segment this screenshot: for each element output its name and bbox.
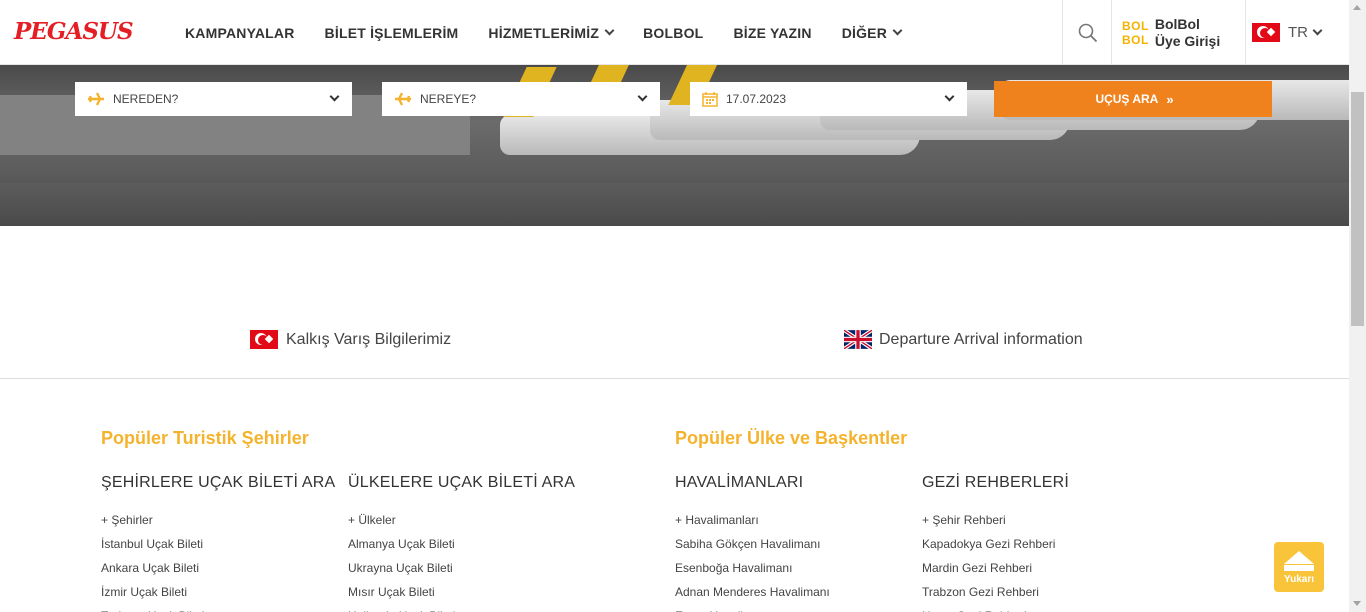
bolbol-line1: BolBol — [1154, 15, 1200, 32]
date-select[interactable]: 17.07.2023 — [690, 82, 967, 116]
bolbol-mark-bottom: BOL — [1122, 32, 1149, 47]
search-flights-button[interactable]: UÇUŞ ARA » — [994, 81, 1272, 117]
footer-link[interactable]: Mısır Uçak Bileti — [348, 580, 588, 604]
bolbol-logo-icon: BOL BOL — [1122, 19, 1149, 47]
back-to-top-label: Yukarı — [1283, 574, 1315, 585]
language-code: TR — [1288, 24, 1308, 41]
date-value: 17.07.2023 — [726, 92, 787, 106]
language-selector[interactable]: TR — [1252, 0, 1323, 65]
plane-takeoff-icon — [88, 92, 104, 106]
bolbol-login-label: BolBol Üye Girişi — [1155, 16, 1220, 50]
pegasus-logo[interactable]: PEGASUS — [14, 18, 134, 45]
arrow-up-icon — [1284, 551, 1314, 564]
countries-column: ÜLKELERE UÇAK BİLETİ ARA + Ülkeler Alman… — [348, 474, 588, 612]
page-scrollbar[interactable] — [1349, 0, 1366, 612]
flight-info-en-label: Departure Arrival information — [879, 330, 1083, 348]
footer-link[interactable]: Ankara Uçak Bileti — [101, 556, 341, 580]
column-heading: HAVALİMANLARI — [675, 474, 804, 491]
nav-bilet-islemlerim[interactable]: BİLET İŞLEMLERİM — [325, 25, 459, 41]
chevron-down-icon — [944, 91, 955, 102]
bolbol-line2: Üye Girişi — [1154, 32, 1221, 49]
flight-search-bar: NEREDEN? NEREYE? 17.07.2023 UÇUŞ ARA » — [75, 81, 1272, 117]
travel-guides-column: GEZİ REHBERLERİ + Şehir Rehberi Kapadoky… — [922, 474, 1162, 612]
to-placeholder: NEREYE? — [420, 92, 477, 106]
arrow-up-bar — [1284, 565, 1314, 571]
popular-countries-title: Popüler Ülke ve Başkentler — [675, 428, 908, 448]
header-search-button[interactable] — [1062, 0, 1112, 65]
double-chevron-right-icon: » — [1166, 91, 1173, 107]
footer-link[interactable]: Kapadokya Gezi Rehberi — [922, 532, 1162, 556]
airports-column: HAVALİMANLARI + Havalimanları Sabiha Gök… — [675, 474, 915, 612]
main-nav: KAMPANYALAR BİLET İŞLEMLERİM HİZMETLERİM… — [185, 0, 931, 65]
site-header: PEGASUS KAMPANYALAR BİLET İŞLEMLERİM HİZ… — [0, 0, 1349, 65]
nav-label: HİZMETLERİMİZ — [488, 24, 600, 41]
footer-link[interactable]: Hollanda Uçak Bileti — [348, 604, 588, 612]
nav-label: DİĞER — [841, 24, 888, 41]
footer-link[interactable]: İstanbul Uçak Bileti — [101, 532, 341, 556]
nav-label: BİLET İŞLEMLERİM — [324, 24, 459, 41]
from-placeholder: NEREDEN? — [113, 92, 179, 106]
footer-link[interactable]: + Şehir Rehberi — [922, 508, 1162, 532]
flight-info-tr-label: Kalkış Varış Bilgilerimiz — [286, 330, 452, 348]
section-divider — [0, 378, 1349, 379]
chevron-down-icon — [892, 25, 903, 36]
footer-link[interactable]: Hatay Gezi Rehberi — [922, 604, 1162, 612]
nav-hizmetlerimiz[interactable]: HİZMETLERİMİZ — [488, 24, 615, 41]
footer-link[interactable]: Trabzon Uçak Bileti — [101, 604, 341, 612]
chevron-down-icon — [604, 25, 615, 36]
chevron-down-icon — [329, 91, 340, 102]
nav-kampanyalar[interactable]: KAMPANYALAR — [185, 25, 295, 41]
nav-bolbol[interactable]: BOLBOL — [643, 25, 703, 41]
nav-diger[interactable]: DİĞER — [841, 24, 903, 41]
footer-link[interactable]: + Havalimanları — [675, 508, 915, 532]
footer-link[interactable]: Adnan Menderes Havalimanı — [675, 580, 915, 604]
uk-flag-icon — [844, 330, 872, 349]
chevron-down-icon — [637, 91, 648, 102]
footer-link[interactable]: Sabiha Gökçen Havalimanı — [675, 532, 915, 556]
calendar-icon — [702, 92, 718, 107]
footer-link[interactable]: + Şehirler — [101, 508, 341, 532]
bolbol-mark-top: BOL — [1122, 18, 1149, 33]
footer-link[interactable]: Trabzon Gezi Rehberi — [922, 580, 1162, 604]
hero-banner: NEREDEN? NEREYE? 17.07.2023 UÇUŞ ARA » — [0, 65, 1349, 226]
scroll-up-arrow-icon[interactable] — [1353, 5, 1361, 10]
turkey-flag-icon — [250, 330, 278, 349]
back-to-top-button[interactable]: Yukarı — [1274, 542, 1324, 592]
nav-bize-yazin[interactable]: BİZE YAZIN — [733, 25, 811, 41]
footer-link[interactable]: + Ülkeler — [348, 508, 588, 532]
to-select[interactable]: NEREYE? — [382, 82, 660, 116]
bolbol-login-button[interactable]: BOL BOL BolBol Üye Girişi — [1111, 0, 1246, 65]
column-heading: ŞEHİRLERE UÇAK BİLETİ ARA — [101, 474, 336, 491]
column-heading: GEZİ REHBERLERİ — [922, 474, 1070, 491]
chevron-down-icon — [1312, 25, 1323, 36]
turkey-flag-icon — [1252, 23, 1280, 42]
popular-cities-title: Popüler Turistik Şehirler — [101, 428, 309, 448]
footer-link[interactable]: Ukrayna Uçak Bileti — [348, 556, 588, 580]
flight-info-en-link[interactable]: Departure Arrival information — [844, 330, 1083, 349]
page: PEGASUS KAMPANYALAR BİLET İŞLEMLERİM HİZ… — [0, 0, 1366, 612]
column-heading: ÜLKELERE UÇAK BİLETİ ARA — [348, 474, 576, 491]
flight-info-links: Kalkış Varış Bilgilerimiz Departure Arri… — [0, 330, 1349, 354]
nav-label: BİZE YAZIN — [733, 24, 812, 41]
footer-link[interactable]: İzmir Uçak Bileti — [101, 580, 341, 604]
search-icon — [1078, 23, 1097, 42]
tarmac-image — [0, 183, 1349, 226]
search-button-label: UÇUŞ ARA — [1095, 92, 1159, 106]
footer-link[interactable]: Mardin Gezi Rehberi — [922, 556, 1162, 580]
footer-link[interactable]: Esenboğa Havalimanı — [675, 556, 915, 580]
from-select[interactable]: NEREDEN? — [75, 82, 352, 116]
cities-column: ŞEHİRLERE UÇAK BİLETİ ARA + Şehirler İst… — [101, 474, 341, 612]
footer-link[interactable]: Almanya Uçak Bileti — [348, 532, 588, 556]
scroll-down-arrow-icon[interactable] — [1353, 601, 1361, 606]
nav-label: KAMPANYALAR — [185, 24, 295, 41]
scrollbar-thumb[interactable] — [1351, 92, 1364, 326]
nav-label: BOLBOL — [643, 24, 704, 41]
footer-link[interactable]: Ercan Havalimanı — [675, 604, 915, 612]
flight-info-tr-link[interactable]: Kalkış Varış Bilgilerimiz — [250, 330, 451, 349]
plane-landing-icon — [395, 92, 411, 106]
